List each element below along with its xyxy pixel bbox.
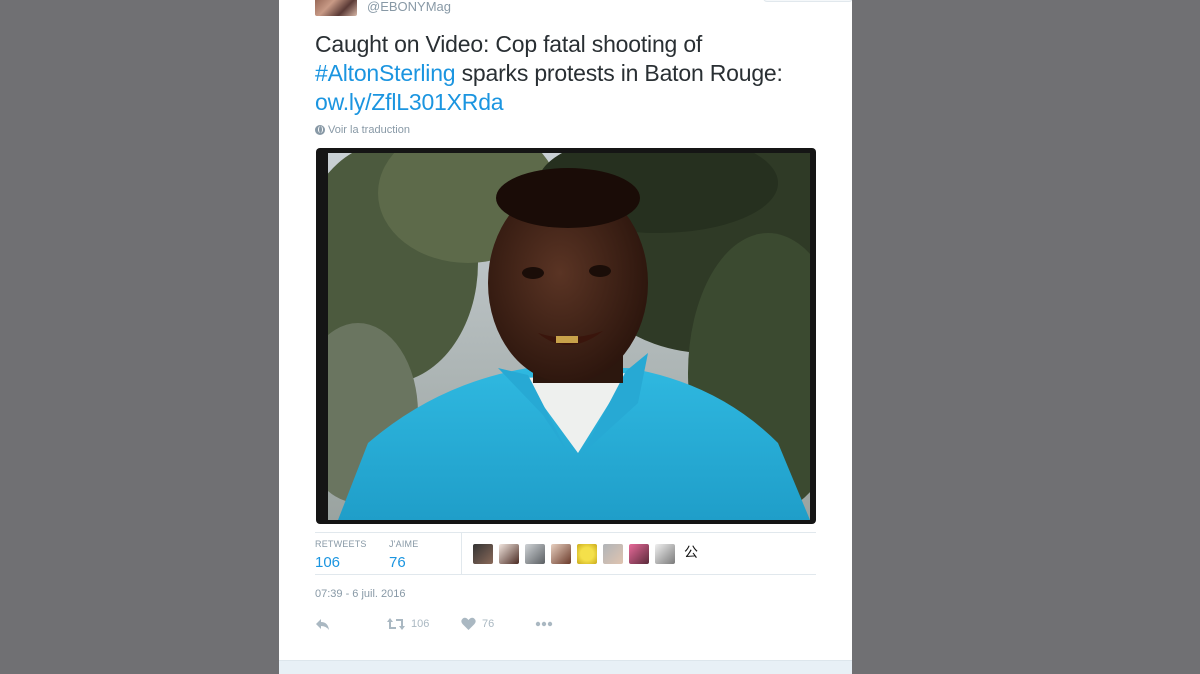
tweet-timestamp[interactable]: 07:39 - 6 juil. 2016 — [315, 588, 406, 600]
translate-link[interactable]: Voir la traduction — [315, 124, 410, 136]
tweet-text: Caught on Video: Cop fatal shooting of #… — [315, 30, 835, 117]
divider — [315, 574, 816, 575]
reply-button[interactable] — [315, 615, 331, 633]
like-button[interactable]: 76 — [461, 615, 494, 633]
more-button[interactable] — [535, 615, 553, 633]
more-dots-icon — [535, 621, 553, 627]
liker-avatar[interactable] — [629, 544, 649, 564]
follow-button[interactable] — [763, 0, 852, 2]
liker-avatar[interactable] — [499, 544, 519, 564]
stats-separator — [461, 533, 462, 574]
reply-area-strip — [279, 660, 852, 674]
likes-count: 76 — [389, 554, 406, 571]
divider — [315, 532, 816, 533]
tweet-photo[interactable] — [328, 153, 810, 520]
tweet-text-line1: Caught on Video: Cop fatal shooting of — [315, 31, 703, 57]
retweets-count: 106 — [315, 554, 341, 571]
liker-avatar-glyph[interactable]: 公 — [681, 544, 701, 564]
hashtag-link[interactable]: #AltonSterling — [315, 60, 456, 86]
liker-avatar[interactable] — [577, 544, 597, 564]
tweet-url-link[interactable]: ow.ly/ZflL301XRda — [315, 89, 504, 115]
retweet-count: 106 — [411, 618, 430, 630]
liker-avatar[interactable] — [525, 544, 545, 564]
retweets-stat[interactable]: RETWEETS 106 — [315, 539, 367, 571]
reply-icon — [316, 619, 329, 630]
user-handle[interactable]: @EBONYMag — [367, 0, 451, 14]
liker-avatar[interactable] — [551, 544, 571, 564]
liker-avatar[interactable] — [655, 544, 675, 564]
retweets-label: RETWEETS — [315, 539, 367, 549]
tweet-header: @EBONYMag — [315, 0, 852, 18]
tweet-actions: 106 76 — [315, 615, 615, 633]
tweet-card: @EBONYMag Caught on Video: Cop fatal sho… — [279, 0, 852, 674]
translate-label: Voir la traduction — [328, 124, 410, 136]
likes-label: J'AIME — [389, 539, 419, 549]
likes-stat[interactable]: J'AIME 76 — [389, 539, 418, 571]
retweet-icon — [387, 618, 405, 630]
avatar[interactable] — [315, 0, 357, 16]
globe-icon — [315, 125, 325, 135]
like-count: 76 — [482, 618, 495, 630]
retweet-button[interactable]: 106 — [387, 615, 429, 633]
tweet-text-line2: sparks protests in Baton Rouge: — [455, 60, 783, 86]
media-container[interactable] — [316, 148, 816, 524]
heart-icon — [461, 617, 476, 630]
photo-illustration — [328, 153, 810, 520]
liker-avatar[interactable] — [473, 544, 493, 564]
liker-avatar[interactable] — [603, 544, 623, 564]
